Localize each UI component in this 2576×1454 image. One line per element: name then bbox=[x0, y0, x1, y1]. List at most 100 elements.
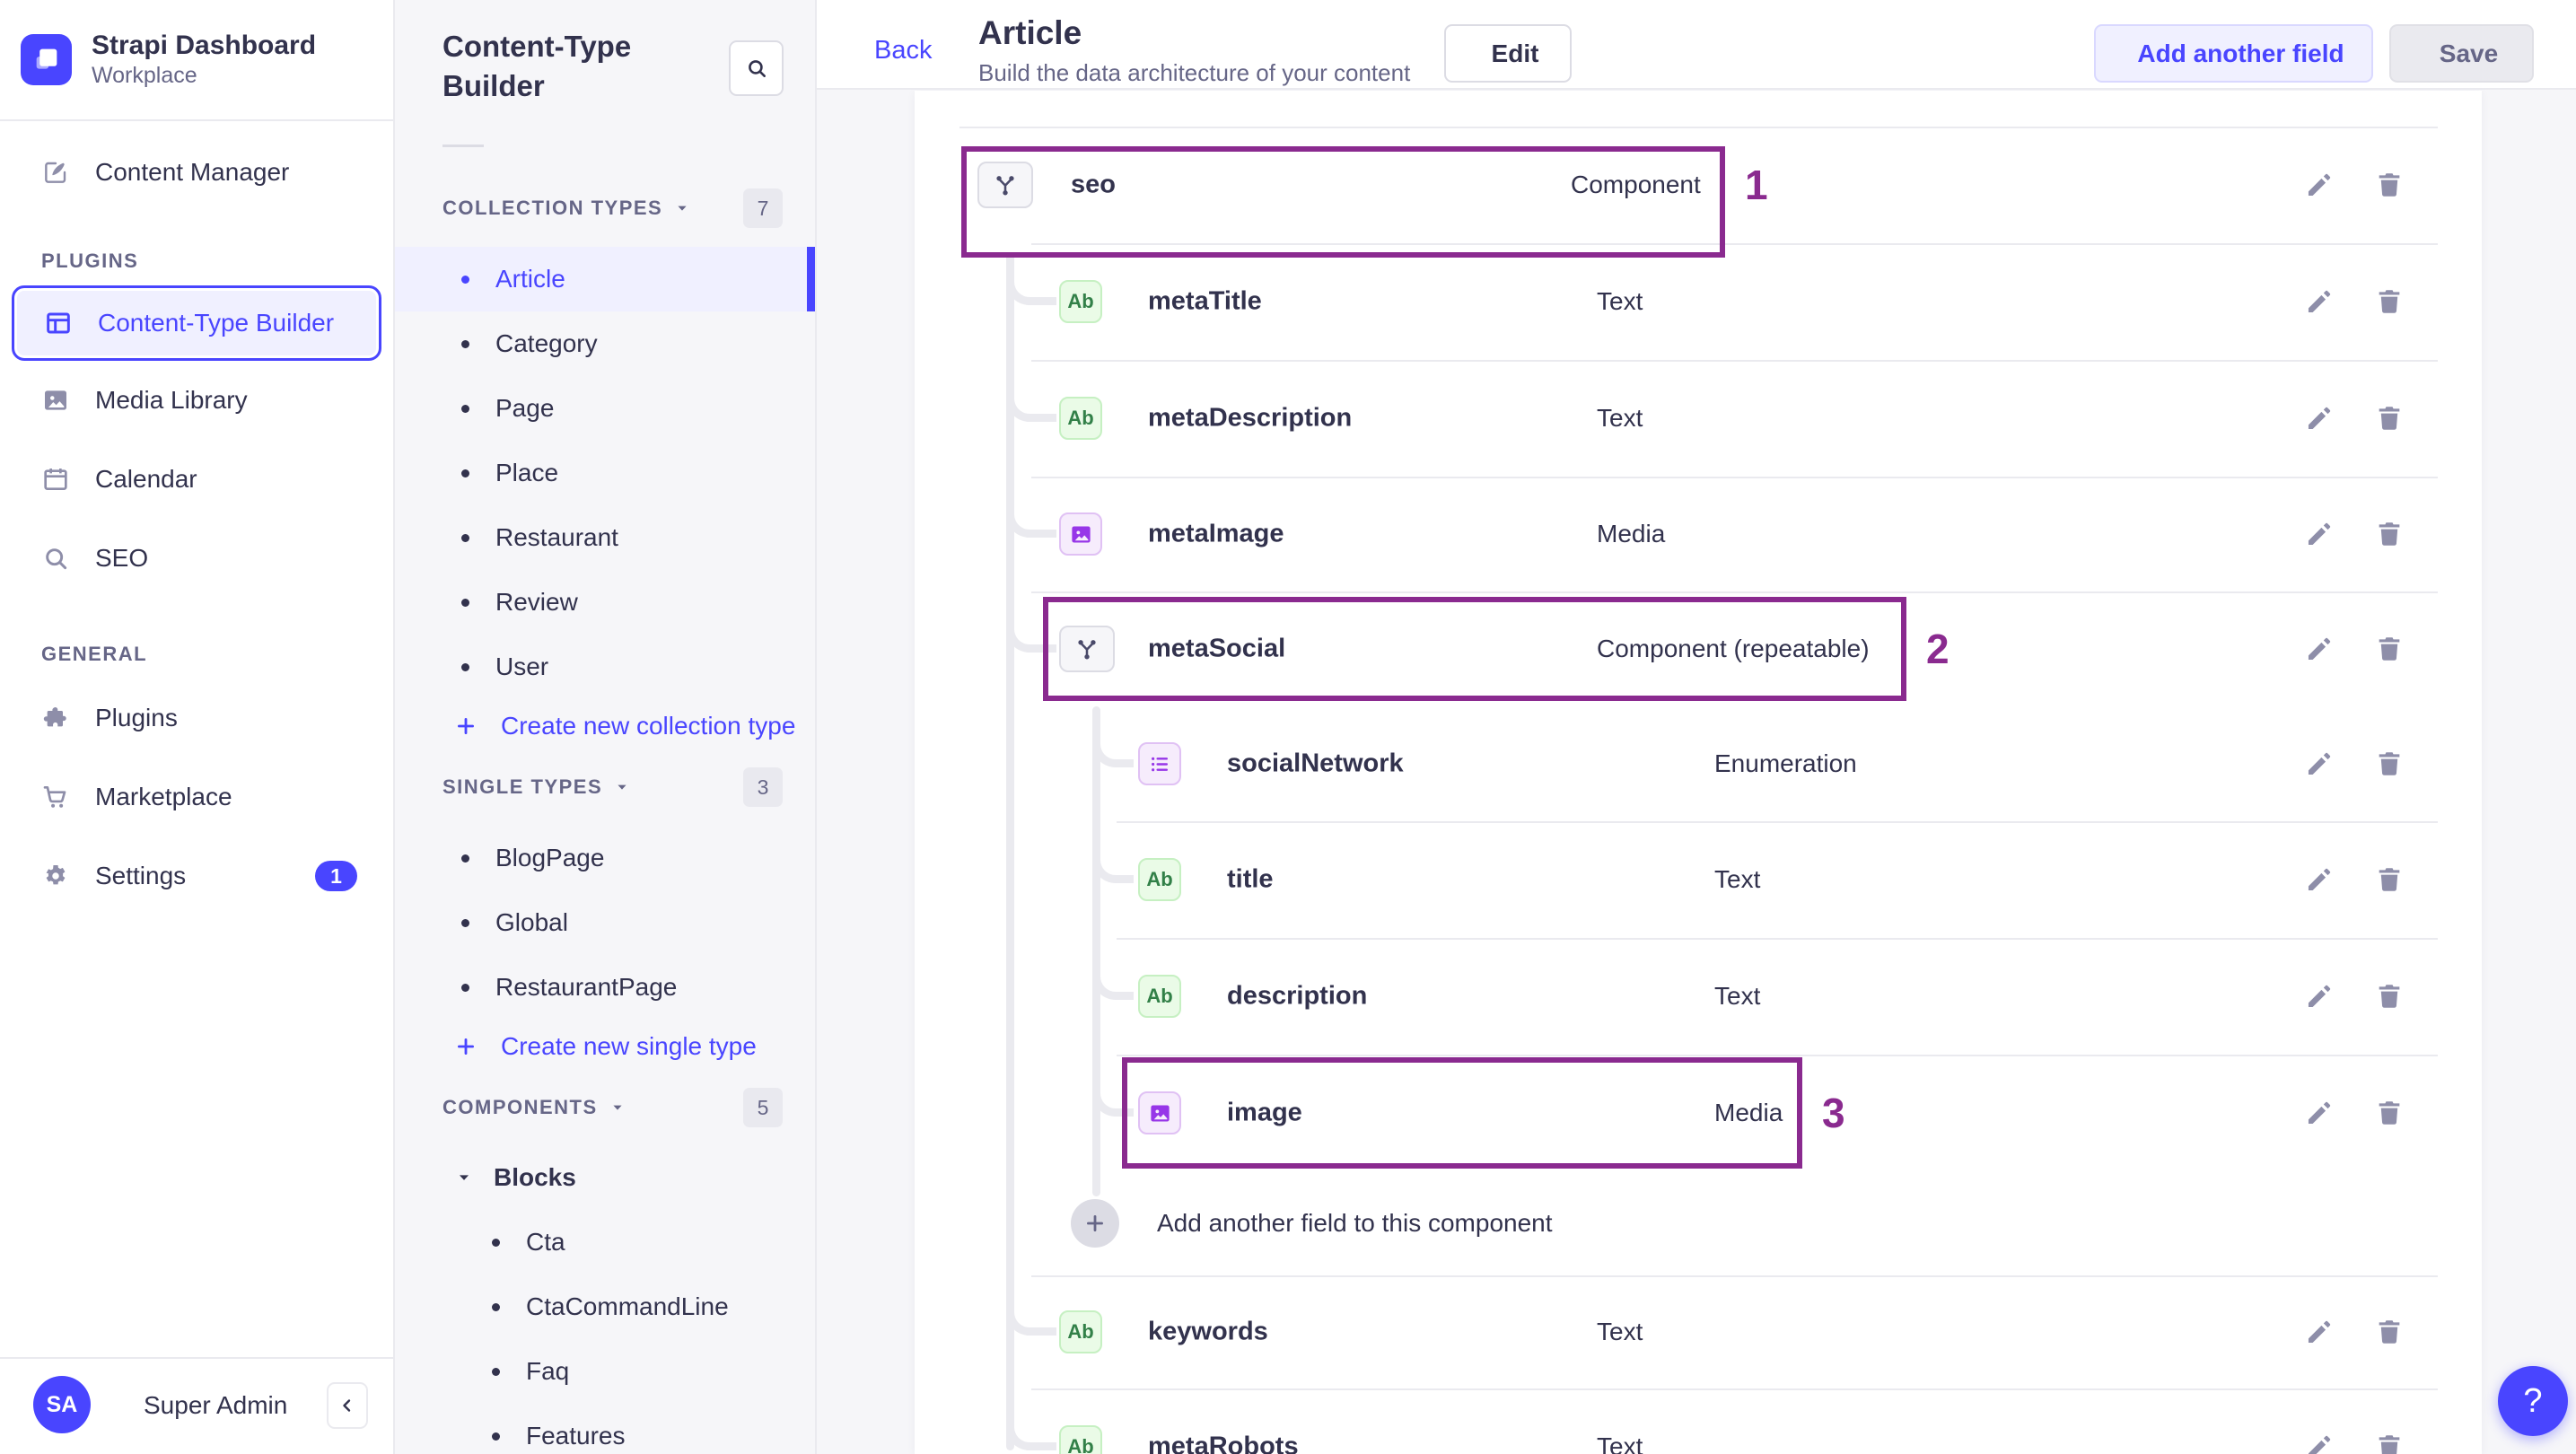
field-name: metaDescription bbox=[1148, 403, 1353, 433]
collection-type-user[interactable]: User bbox=[395, 635, 815, 699]
back-button[interactable]: Back bbox=[862, 36, 932, 66]
create-new-collection-type-link[interactable]: Create new collection type bbox=[395, 699, 815, 753]
row-divider bbox=[1117, 1055, 2438, 1056]
workspace-brand[interactable]: Strapi Dashboard Workplace bbox=[21, 30, 316, 89]
group-label: Blocks bbox=[494, 1163, 576, 1191]
edit-field-button[interactable] bbox=[2301, 516, 2337, 552]
bullet-icon bbox=[461, 469, 469, 477]
pencil-icon bbox=[2304, 981, 2335, 1012]
collection-types-label[interactable]: COLLECTION TYPES bbox=[442, 197, 691, 220]
collapse-sidebar-button[interactable] bbox=[327, 1382, 368, 1429]
bullet-icon bbox=[492, 1432, 500, 1441]
field-type: Text bbox=[1714, 982, 1761, 1010]
add-field-to-component-label[interactable]: Add another field to this component bbox=[1157, 1209, 1553, 1238]
create-new-single-type-link[interactable]: Create new single type bbox=[395, 1020, 815, 1073]
text-icon: Ab bbox=[1138, 975, 1181, 1018]
component-group-blocks[interactable]: Blocks bbox=[395, 1145, 815, 1210]
single-type-global[interactable]: Global bbox=[395, 890, 815, 955]
edit-field-button[interactable] bbox=[2301, 746, 2337, 782]
sidebar-item-label: Marketplace bbox=[95, 783, 232, 810]
collection-type-place[interactable]: Place bbox=[395, 441, 815, 505]
pencil-icon bbox=[2304, 170, 2335, 200]
single-types-header: SINGLE TYPES 3 bbox=[395, 767, 815, 807]
collection-type-restaurant[interactable]: Restaurant bbox=[395, 505, 815, 570]
delete-field-button[interactable] bbox=[2371, 1429, 2407, 1454]
pencil-icon bbox=[2304, 1317, 2335, 1347]
bullet-icon bbox=[461, 404, 469, 413]
text-icon: Ab bbox=[1059, 1425, 1102, 1454]
component-features[interactable]: Features bbox=[395, 1404, 815, 1454]
sidebar-item-content-manager[interactable]: Content Manager bbox=[0, 133, 393, 212]
bullet-icon bbox=[461, 854, 469, 863]
tree-connector-curve bbox=[1092, 948, 1134, 1000]
component-icon bbox=[977, 162, 1033, 208]
sidebar-item-content-type-builder[interactable]: Content-Type Builder bbox=[12, 285, 381, 361]
delete-field-button[interactable] bbox=[2371, 978, 2407, 1014]
add-field-to-component-button[interactable] bbox=[1071, 1199, 1119, 1248]
sidebar-footer-divider bbox=[0, 1357, 393, 1359]
edit-field-button[interactable] bbox=[2301, 284, 2337, 320]
delete-field-button[interactable] bbox=[2371, 284, 2407, 320]
bullet-icon bbox=[461, 662, 469, 671]
sidebar-item-settings[interactable]: Settings 1 bbox=[0, 836, 393, 915]
sidebar-item-marketplace[interactable]: Marketplace bbox=[0, 758, 393, 836]
row-divider bbox=[1031, 243, 2438, 245]
pencil-icon bbox=[2304, 1098, 2335, 1128]
delete-field-button[interactable] bbox=[2371, 862, 2407, 898]
row-divider bbox=[1031, 1275, 2438, 1277]
pencil-icon bbox=[2304, 286, 2335, 317]
single-type-restaurantpage[interactable]: RestaurantPage bbox=[395, 955, 815, 1020]
search-button[interactable] bbox=[729, 40, 784, 96]
edit-field-button[interactable] bbox=[2301, 1429, 2337, 1454]
delete-field-button[interactable] bbox=[2371, 516, 2407, 552]
list-item-label: RestaurantPage bbox=[495, 973, 678, 1001]
plus-icon bbox=[1083, 1212, 1107, 1235]
chevron-down-icon bbox=[609, 1099, 626, 1117]
delete-field-button[interactable] bbox=[2371, 1314, 2407, 1350]
delete-field-button[interactable] bbox=[2371, 631, 2407, 667]
edit-field-button[interactable] bbox=[2301, 1314, 2337, 1350]
single-type-blogpage[interactable]: BlogPage bbox=[395, 826, 815, 890]
help-button[interactable]: ? bbox=[2498, 1366, 2568, 1436]
sidebar-item-plugins[interactable]: Plugins bbox=[0, 679, 393, 758]
tree-connector-curve bbox=[1092, 831, 1134, 883]
sidebar-item-label: Settings bbox=[95, 862, 187, 889]
tree-connector-curve bbox=[1006, 486, 1056, 538]
collection-type-review[interactable]: Review bbox=[395, 570, 815, 635]
field-name: seo bbox=[1071, 170, 1116, 199]
tree-connector-line bbox=[1006, 263, 1014, 1450]
sidebar-item-seo[interactable]: SEO bbox=[0, 519, 393, 598]
edit-button[interactable]: Edit bbox=[1444, 24, 1572, 83]
save-button[interactable]: Save bbox=[2389, 24, 2534, 83]
delete-field-button[interactable] bbox=[2371, 746, 2407, 782]
edit-field-button[interactable] bbox=[2301, 631, 2337, 667]
account-name[interactable]: Super Admin bbox=[144, 1391, 287, 1420]
add-another-field-button[interactable]: Add another field bbox=[2094, 24, 2373, 83]
collection-type-page[interactable]: Page bbox=[395, 376, 815, 441]
component-faq[interactable]: Faq bbox=[395, 1339, 815, 1404]
sidebar-item-label: Content Manager bbox=[95, 158, 290, 186]
bullet-icon bbox=[461, 983, 469, 992]
delete-field-button[interactable] bbox=[2371, 1095, 2407, 1131]
list-item-label: Place bbox=[495, 459, 559, 486]
components-label[interactable]: COMPONENTS bbox=[442, 1096, 626, 1119]
component-cta[interactable]: Cta bbox=[395, 1210, 815, 1274]
collection-type-category[interactable]: Category bbox=[395, 311, 815, 376]
sidebar-item-label: SEO bbox=[95, 544, 149, 572]
avatar[interactable]: SA bbox=[33, 1376, 91, 1433]
sidebar-item-calendar[interactable]: Calendar bbox=[0, 440, 393, 519]
sidebar-item-media-library[interactable]: Media Library bbox=[0, 361, 393, 440]
delete-field-button[interactable] bbox=[2371, 400, 2407, 436]
edit-field-button[interactable] bbox=[2301, 978, 2337, 1014]
edit-field-button[interactable] bbox=[2301, 1095, 2337, 1131]
main-content: Back Article Build the data architecture… bbox=[817, 0, 2576, 1454]
edit-field-button[interactable] bbox=[2301, 400, 2337, 436]
edit-field-button[interactable] bbox=[2301, 862, 2337, 898]
single-types-label[interactable]: SINGLE TYPES bbox=[442, 775, 631, 799]
collection-type-article[interactable]: Article bbox=[395, 247, 815, 311]
field-type: Text bbox=[1597, 287, 1643, 315]
edit-field-button[interactable] bbox=[2301, 167, 2337, 203]
component-ctacommandline[interactable]: CtaCommandLine bbox=[395, 1274, 815, 1339]
app-sidebar: Strapi Dashboard Workplace Content Manag… bbox=[0, 0, 395, 1454]
delete-field-button[interactable] bbox=[2371, 167, 2407, 203]
